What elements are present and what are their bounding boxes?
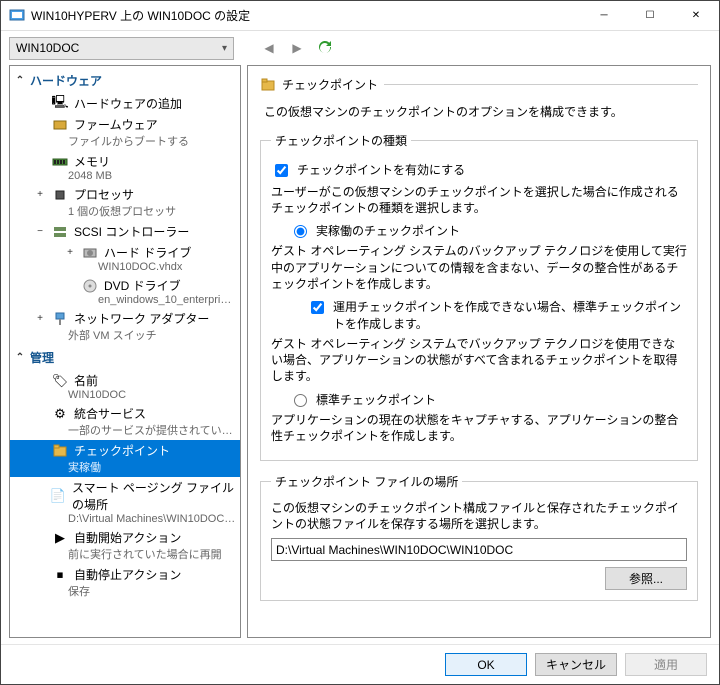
- checkpoint-title-icon: [260, 77, 276, 93]
- name-icon: 🏷: [52, 373, 68, 389]
- sidebar-item-sub: 外部 VM スイッチ: [34, 327, 236, 343]
- sidebar-item-sub: en_windows_10_enterprise_x...: [64, 294, 236, 306]
- firmware-icon: [52, 117, 68, 133]
- add-hardware-icon: 🖳: [52, 96, 68, 112]
- close-button[interactable]: ✕: [673, 1, 719, 31]
- sidebar-item-sub: D:\Virtual Machines\WIN10DOC\W...: [34, 513, 236, 525]
- prod-fallback-row: 運用チェックポイントを作成できない場合、標準チェックポイントを作成します。: [307, 298, 687, 332]
- prod-fallback-checkbox[interactable]: [311, 301, 324, 314]
- location-input[interactable]: [271, 538, 687, 561]
- collapse-icon[interactable]: −: [34, 226, 46, 237]
- sidebar-item-auto-start[interactable]: ▶自動開始アクション 前に実行されていた場合に再開: [10, 527, 240, 564]
- paging-icon: 📄: [50, 488, 66, 504]
- section-hardware[interactable]: ⌃ ハードウェア: [10, 68, 240, 93]
- nav-forward-button[interactable]: ▶: [286, 37, 308, 59]
- content-area: ⌃ ハードウェア 🖳ハードウェアの追加 ファームウェア ファイルからブートする …: [1, 65, 719, 644]
- section-label: 管理: [30, 349, 54, 366]
- sidebar-item-sub: 実稼働: [34, 459, 236, 475]
- sidebar-item-smart-paging[interactable]: 📄スマート ページング ファイルの場所 D:\Virtual Machines\…: [10, 477, 240, 527]
- services-icon: ⚙: [52, 406, 68, 422]
- sidebar-item-add-hardware[interactable]: 🖳ハードウェアの追加: [10, 93, 240, 114]
- sidebar-item-name[interactable]: 🏷名前 WIN10DOC: [10, 370, 240, 403]
- sidebar-item-sub: 1 個の仮想プロセッサ: [34, 203, 236, 219]
- pane-description: この仮想マシンのチェックポイントのオプションを構成できます。: [264, 103, 698, 120]
- group-location-legend: チェックポイント ファイルの場所: [271, 473, 462, 490]
- radio-standard-desc: アプリケーションの現在の状態をキャプチャする、アプリケーションの整合性チェックポ…: [271, 412, 687, 444]
- app-icon: [9, 8, 25, 24]
- sidebar-item-network-adapter[interactable]: +ネットワーク アダプター 外部 VM スイッチ: [10, 308, 240, 345]
- vm-selector[interactable]: WIN10DOC ▾: [9, 37, 234, 60]
- radio-production-desc: ゲスト オペレーティング システムのバックアップ テクノロジを使用して実行中のア…: [271, 243, 687, 292]
- sidebar-item-checkpoints[interactable]: チェックポイント 実稼働: [10, 440, 240, 477]
- settings-window: WIN10HYPERV 上の WIN10DOC の設定 ─ ☐ ✕ WIN10D…: [0, 0, 720, 685]
- sidebar-item-memory[interactable]: メモリ 2048 MB: [10, 151, 240, 184]
- vm-selector-value: WIN10DOC: [16, 41, 79, 55]
- expand-icon[interactable]: +: [34, 313, 46, 324]
- sidebar-item-auto-stop[interactable]: ⏹自動停止アクション 保存: [10, 564, 240, 601]
- network-icon: [52, 311, 68, 327]
- dvd-icon: [82, 278, 98, 294]
- prod-fallback-label: 運用チェックポイントを作成できない場合、標準チェックポイントを作成します。: [333, 298, 687, 332]
- title-divider: [384, 84, 698, 85]
- sidebar-item-processor[interactable]: +プロセッサ 1 個の仮想プロセッサ: [10, 184, 240, 221]
- radio-production-label: 実稼働のチェックポイント: [316, 222, 460, 239]
- enable-desc: ユーザーがこの仮想マシンのチェックポイントを選択した場合に作成されるチェックポイ…: [271, 184, 687, 216]
- sidebar-item-dvd-drive[interactable]: DVD ドライブ en_windows_10_enterprise_x...: [10, 275, 240, 308]
- prod-fallback-desc: ゲスト オペレーティング システムでバックアップ テクノロジを使用できない場合、…: [271, 336, 687, 385]
- refresh-button[interactable]: [314, 37, 336, 59]
- footer: OK キャンセル 適用: [1, 644, 719, 684]
- sidebar-item-hard-drive[interactable]: +ハード ドライブ WIN10DOC.vhdx: [10, 242, 240, 275]
- group-types-legend: チェックポイントの種類: [271, 132, 411, 149]
- enable-checkpoints-label: チェックポイントを有効にする: [297, 161, 465, 178]
- autostop-icon: ⏹: [52, 567, 68, 583]
- group-checkpoint-location: チェックポイント ファイルの場所 この仮想マシンのチェックポイント構成ファイルと…: [260, 473, 698, 601]
- ok-button[interactable]: OK: [445, 653, 527, 676]
- expand-icon[interactable]: +: [64, 247, 76, 258]
- radio-standard[interactable]: [294, 394, 307, 407]
- minimize-button[interactable]: ─: [581, 1, 627, 31]
- sidebar-item-sub: ファイルからブートする: [34, 133, 236, 149]
- section-management[interactable]: ⌃ 管理: [10, 345, 240, 370]
- toolbar: WIN10DOC ▾ ◀ ▶: [1, 31, 719, 65]
- sidebar: ⌃ ハードウェア 🖳ハードウェアの追加 ファームウェア ファイルからブートする …: [9, 65, 241, 638]
- maximize-button[interactable]: ☐: [627, 1, 673, 31]
- memory-icon: [52, 154, 68, 170]
- enable-checkpoints-row: チェックポイントを有効にする: [271, 161, 687, 180]
- sidebar-item-sub: 2048 MB: [34, 170, 236, 182]
- group-checkpoint-types: チェックポイントの種類 チェックポイントを有効にする ユーザーがこの仮想マシンの…: [260, 132, 698, 461]
- titlebar: WIN10HYPERV 上の WIN10DOC の設定 ─ ☐ ✕: [1, 1, 719, 31]
- sidebar-item-sub: 前に実行されていた場合に再開: [34, 546, 236, 562]
- sidebar-item-firmware[interactable]: ファームウェア ファイルからブートする: [10, 114, 240, 151]
- radio-production-row: 実稼働のチェックポイント: [289, 222, 687, 239]
- checkpoint-icon: [52, 443, 68, 459]
- enable-checkpoints-checkbox[interactable]: [275, 164, 288, 177]
- cpu-icon: [52, 187, 68, 203]
- radio-standard-row: 標準チェックポイント: [289, 391, 687, 408]
- chevron-down-icon: ▾: [222, 43, 227, 54]
- radio-production[interactable]: [294, 225, 307, 238]
- collapse-icon: ⌃: [14, 75, 26, 86]
- hdd-icon: [82, 245, 98, 261]
- sidebar-item-scsi[interactable]: −SCSI コントローラー: [10, 221, 240, 242]
- sidebar-item-sub: 保存: [34, 583, 236, 599]
- radio-standard-label: 標準チェックポイント: [316, 391, 436, 408]
- cancel-button[interactable]: キャンセル: [535, 653, 617, 676]
- sidebar-item-sub: WIN10DOC.vhdx: [64, 261, 236, 273]
- sidebar-item-sub: 一部のサービスが提供されています: [34, 422, 236, 438]
- sidebar-item-integration-services[interactable]: ⚙統合サービス 一部のサービスが提供されています: [10, 403, 240, 440]
- nav-back-button[interactable]: ◀: [258, 37, 280, 59]
- browse-button[interactable]: 参照...: [605, 567, 687, 590]
- scsi-icon: [52, 224, 68, 240]
- window-title: WIN10HYPERV 上の WIN10DOC の設定: [31, 7, 581, 24]
- apply-button: 適用: [625, 653, 707, 676]
- location-desc: この仮想マシンのチェックポイント構成ファイルと保存されたチェックポイントの状態フ…: [271, 500, 687, 532]
- autostart-icon: ▶: [52, 530, 68, 546]
- pane-title: チェックポイント: [282, 76, 378, 93]
- collapse-icon: ⌃: [14, 352, 26, 363]
- main-pane: チェックポイント この仮想マシンのチェックポイントのオプションを構成できます。 …: [247, 65, 711, 638]
- expand-icon[interactable]: +: [34, 189, 46, 200]
- sidebar-item-sub: WIN10DOC: [34, 389, 236, 401]
- section-label: ハードウェア: [30, 72, 102, 89]
